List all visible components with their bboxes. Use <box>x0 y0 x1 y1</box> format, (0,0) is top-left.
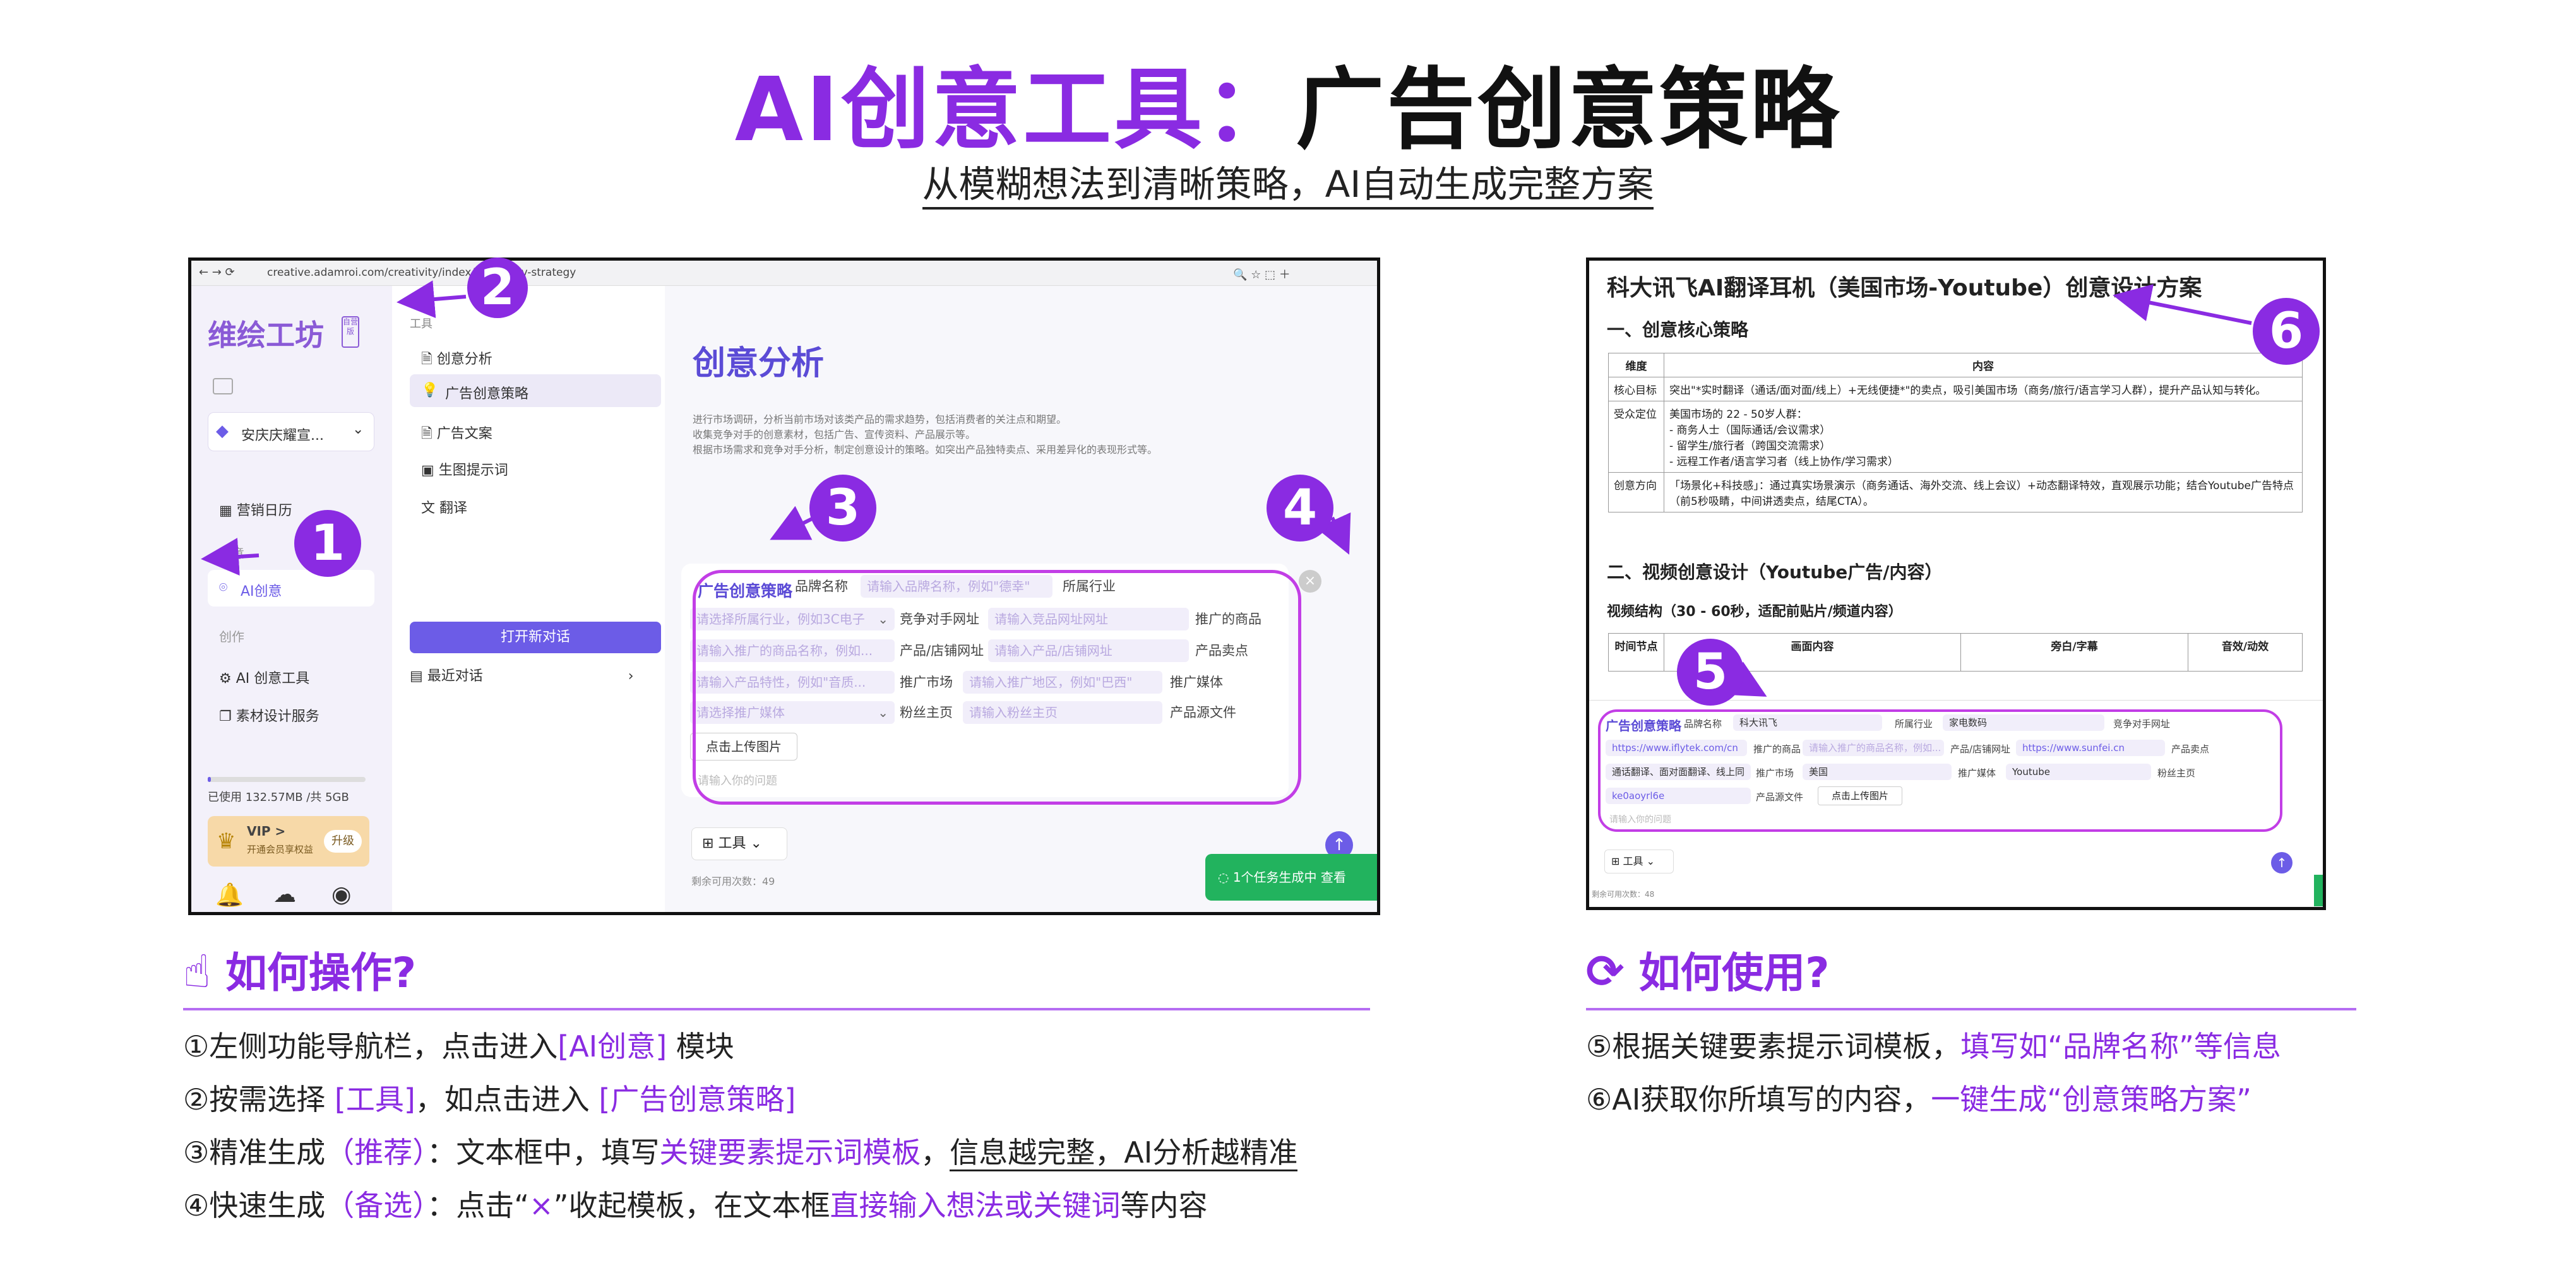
divider <box>1586 1008 2356 1010</box>
divider <box>183 1008 1370 1010</box>
step-badge-3: 3 <box>809 475 876 542</box>
how-use-section: ⟳ 如何使用? ⑤根据关键要素提示词模板，填写如“品牌名称”等信息 ⑥AI获取你… <box>1586 943 2356 1120</box>
arrow-2 <box>201 538 259 576</box>
step-badge-4: 4 <box>1267 475 1333 542</box>
how-operate-section: ☝ 如何操作? ①左侧功能导航栏，点击进入[AI创意] 模块 ②按需选择 [工具… <box>183 943 1370 1226</box>
operate-step-3: ③精准生成（推荐）：文本框中，填写关键要素提示词模板，信息越完整，AI分析越精准 <box>183 1132 1370 1173</box>
use-step-5: ⑤根据关键要素提示词模板，填写如“品牌名称”等信息 <box>1586 1029 2281 1063</box>
hand-click-icon: ☝ <box>183 945 211 998</box>
arrow-1 <box>397 280 467 318</box>
operate-step-1: ①左侧功能导航栏，点击进入[AI创意] 模块 <box>183 1029 734 1063</box>
arrow-6 <box>2113 284 2252 325</box>
step-badge-2: 2 <box>467 258 528 318</box>
arrow-4 <box>1316 512 1351 555</box>
operate-step-2: ②按需选择 [工具]，如点击进入 [广告创意策略] <box>183 1082 796 1116</box>
arrow-1b <box>442 285 466 293</box>
use-step-6: ⑥AI获取你所填写的内容，一键生成“创意策略方案” <box>1586 1082 2251 1116</box>
step-badge-1: 1 <box>294 510 361 577</box>
refresh-icon: ⟳ <box>1586 945 1625 998</box>
how-use-heading: ⟳ 如何使用? <box>1586 945 1830 998</box>
step-badge-5: 5 <box>1677 639 1744 706</box>
step-badge-6: 6 <box>2253 298 2320 365</box>
how-operate-heading: ☝ 如何操作? <box>183 945 417 998</box>
arrow-3 <box>770 506 816 540</box>
operate-step-4: ④快速生成（备选）：点击“×”收起模板，在文本框直接输入想法或关键词等内容 <box>183 1188 1208 1223</box>
